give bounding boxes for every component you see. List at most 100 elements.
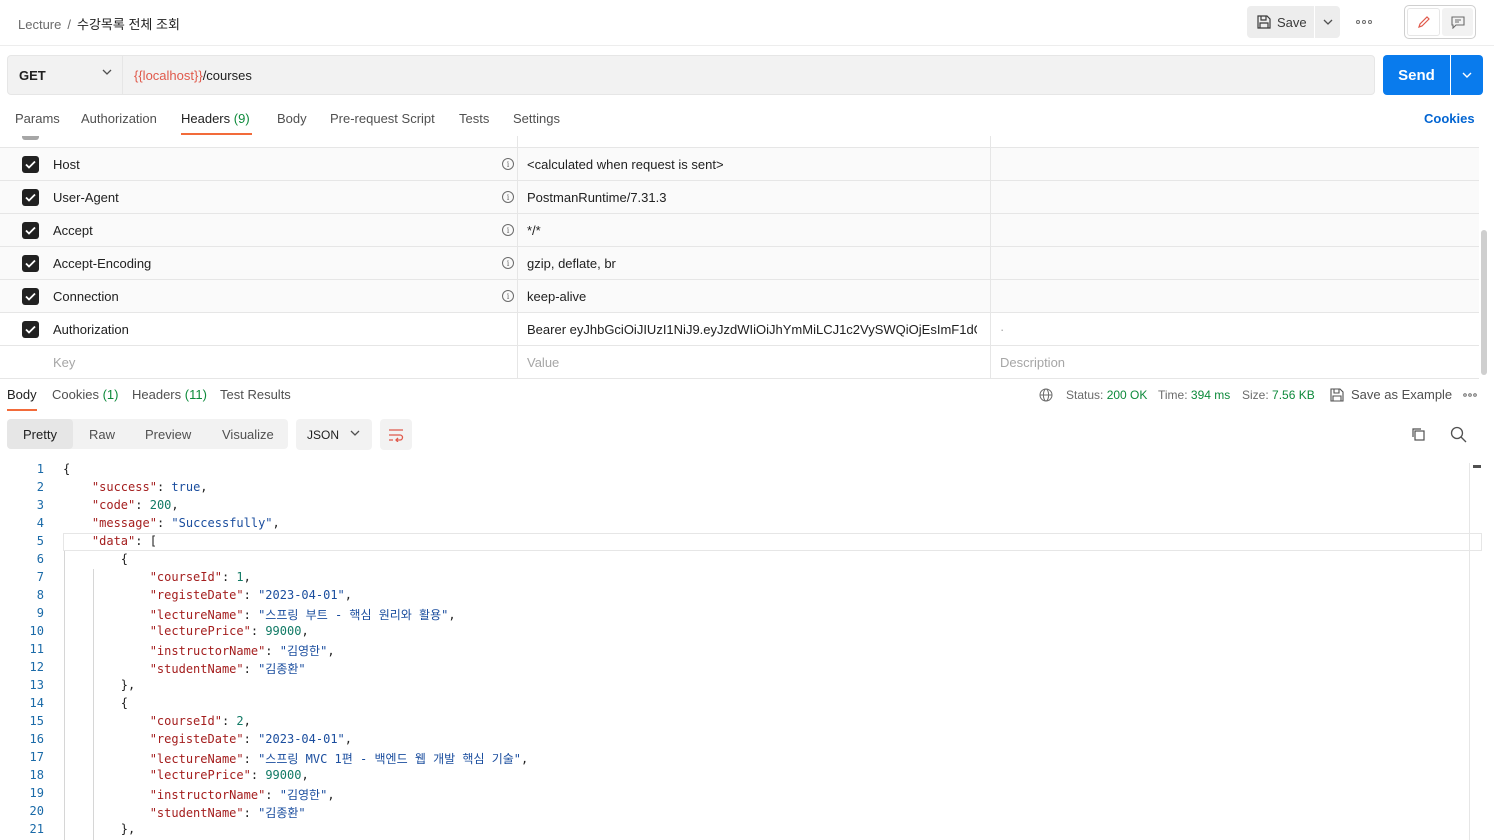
tab-headers[interactable]: Headers (9) bbox=[181, 111, 250, 126]
code-line[interactable]: "instructorName": "김영한", bbox=[63, 642, 335, 659]
code-line[interactable]: { bbox=[63, 462, 70, 476]
header-value[interactable]: Bearer eyJhbGciOiJIUzI1NiJ9.eyJzdWIiOiJh… bbox=[527, 322, 977, 337]
response-size[interactable]: Size: 7.56 KB bbox=[1242, 388, 1315, 402]
line-number: 10 bbox=[29, 624, 44, 638]
header-checkbox[interactable] bbox=[22, 288, 39, 305]
format-visualize[interactable]: Visualize bbox=[222, 419, 274, 449]
cookies-link[interactable]: Cookies bbox=[1424, 111, 1475, 126]
code-line[interactable]: "success": true, bbox=[63, 480, 208, 494]
tab-response-headers[interactable]: Headers (11) bbox=[132, 387, 207, 402]
code-line[interactable]: "studentName": "김종환" bbox=[63, 804, 306, 821]
new-header-key-input[interactable]: Key bbox=[53, 355, 75, 370]
header-key[interactable]: Authorization bbox=[53, 322, 129, 337]
send-button[interactable]: Send bbox=[1383, 55, 1450, 95]
header-row-new: Key Value Description bbox=[0, 346, 1479, 379]
url-input[interactable]: {{localhost}}/courses bbox=[134, 68, 252, 83]
tab-test-results[interactable]: Test Results bbox=[220, 387, 291, 402]
tab-resp-headers-label: Headers bbox=[132, 387, 182, 402]
header-checkbox[interactable] bbox=[22, 136, 39, 140]
header-description[interactable]: · bbox=[1000, 322, 1004, 337]
code-line[interactable]: "code": 200, bbox=[63, 498, 179, 512]
header-checkbox[interactable] bbox=[22, 321, 39, 338]
line-number: 20 bbox=[29, 804, 44, 818]
code-line[interactable]: "registeDate": "2023-04-01", bbox=[63, 588, 352, 602]
method-select[interactable]: GET bbox=[8, 56, 123, 94]
code-line[interactable]: }, bbox=[63, 822, 135, 836]
code-scrollbar-thumb[interactable] bbox=[1473, 465, 1481, 468]
code-line[interactable]: "instructorName": "김영한", bbox=[63, 786, 335, 803]
code-line[interactable]: "lectureName": "스프링 부트 - 핵심 원리와 활용", bbox=[63, 606, 456, 623]
header-row: User-Agent i PostmanRuntime/7.31.3 bbox=[0, 181, 1479, 214]
code-line[interactable]: "message": "Successfully", bbox=[63, 516, 280, 530]
send-options-button[interactable] bbox=[1451, 55, 1483, 95]
code-scrollbar[interactable] bbox=[1469, 463, 1483, 840]
code-line[interactable]: "registeDate": "2023-04-01", bbox=[63, 732, 352, 746]
tab-authorization[interactable]: Authorization bbox=[81, 111, 157, 126]
method-label: GET bbox=[19, 67, 46, 83]
code-line[interactable]: "courseId": 2, bbox=[63, 714, 251, 728]
response-tabs: Body Cookies (1) Headers (11) Test Resul… bbox=[0, 380, 1494, 412]
format-preview[interactable]: Preview bbox=[145, 419, 191, 449]
comment-mode-button[interactable] bbox=[1442, 8, 1473, 36]
response-body-editor[interactable]: 1 {2 "success": true, 3 "code": 200, 4 "mes… bbox=[0, 460, 1494, 840]
code-line[interactable]: { bbox=[63, 696, 128, 710]
request-name[interactable]: 수강목록 전체 조회 bbox=[77, 17, 180, 32]
tab-settings[interactable]: Settings bbox=[513, 111, 560, 126]
tab-tests[interactable]: Tests bbox=[459, 111, 489, 126]
header-checkbox[interactable] bbox=[22, 255, 39, 272]
save-options-button[interactable] bbox=[1315, 6, 1340, 38]
edit-mode-button[interactable] bbox=[1407, 8, 1440, 36]
header-checkbox[interactable] bbox=[22, 156, 39, 173]
header-row: Authorization Bearer eyJhbGciOiJIUzI1NiJ… bbox=[0, 313, 1479, 346]
format-pretty[interactable]: Pretty bbox=[7, 419, 73, 449]
new-header-value-input[interactable]: Value bbox=[527, 355, 977, 370]
code-line[interactable]: "lectureName": "스프링 MVC 1편 - 백엔드 웹 개발 핵심… bbox=[63, 750, 529, 767]
format-raw[interactable]: Raw bbox=[89, 419, 115, 449]
tab-body[interactable]: Body bbox=[277, 111, 307, 126]
wrap-lines-button[interactable] bbox=[380, 419, 412, 450]
response-time[interactable]: Time: 394 ms bbox=[1158, 388, 1230, 402]
header-row: Host i <calculated when request is sent> bbox=[0, 148, 1479, 181]
line-number: 2 bbox=[36, 480, 44, 494]
copy-icon[interactable] bbox=[1410, 426, 1426, 442]
code-line[interactable]: "lecturePrice": 99000, bbox=[63, 768, 309, 782]
more-actions-button[interactable] bbox=[1352, 12, 1376, 32]
code-line[interactable]: "data": [ bbox=[63, 534, 157, 548]
header-value: gzip, deflate, br bbox=[527, 256, 616, 271]
language-select[interactable]: JSON bbox=[296, 419, 372, 450]
status-label: Status: bbox=[1066, 388, 1104, 402]
chevron-down-icon bbox=[1462, 72, 1472, 78]
size-label: Size: bbox=[1242, 388, 1269, 402]
breadcrumb-parent[interactable]: Lecture bbox=[18, 17, 61, 32]
save-button[interactable]: Save bbox=[1247, 6, 1314, 38]
save-as-example-button[interactable]: Save as Example bbox=[1351, 387, 1452, 402]
info-icon[interactable]: i bbox=[502, 191, 514, 203]
tab-prerequest-script[interactable]: Pre-request Script bbox=[330, 111, 435, 126]
header-checkbox[interactable] bbox=[22, 222, 39, 239]
info-icon[interactable]: i bbox=[502, 158, 514, 170]
info-icon[interactable]: i bbox=[502, 224, 514, 236]
tab-response-cookies[interactable]: Cookies (1) bbox=[52, 387, 118, 402]
tab-params[interactable]: Params bbox=[15, 111, 60, 126]
code-line[interactable]: "courseId": 1, bbox=[63, 570, 251, 584]
globe-icon[interactable] bbox=[1039, 388, 1053, 402]
url-variable: {{localhost}} bbox=[134, 68, 203, 83]
header-checkbox[interactable] bbox=[22, 189, 39, 206]
code-line[interactable]: "lecturePrice": 99000, bbox=[63, 624, 309, 638]
breadcrumb-separator: / bbox=[67, 17, 71, 32]
scrollbar[interactable] bbox=[1481, 230, 1487, 375]
code-line[interactable]: { bbox=[63, 552, 128, 566]
code-line[interactable]: "studentName": "김종환" bbox=[63, 660, 306, 677]
ellipsis-icon[interactable] bbox=[1463, 393, 1477, 397]
check-icon bbox=[25, 193, 36, 202]
info-icon[interactable]: i bbox=[502, 257, 514, 269]
new-header-description-input[interactable]: Description bbox=[1000, 355, 1065, 370]
info-icon[interactable]: i bbox=[502, 290, 514, 302]
search-icon[interactable] bbox=[1450, 426, 1467, 443]
line-number: 7 bbox=[36, 570, 44, 584]
response-status[interactable]: Status: 200 OK bbox=[1066, 388, 1147, 402]
code-line[interactable]: }, bbox=[63, 678, 135, 692]
column-divider bbox=[990, 136, 991, 379]
tab-response-body[interactable]: Body bbox=[7, 387, 37, 402]
tab-resp-headers-count: (11) bbox=[184, 387, 207, 402]
